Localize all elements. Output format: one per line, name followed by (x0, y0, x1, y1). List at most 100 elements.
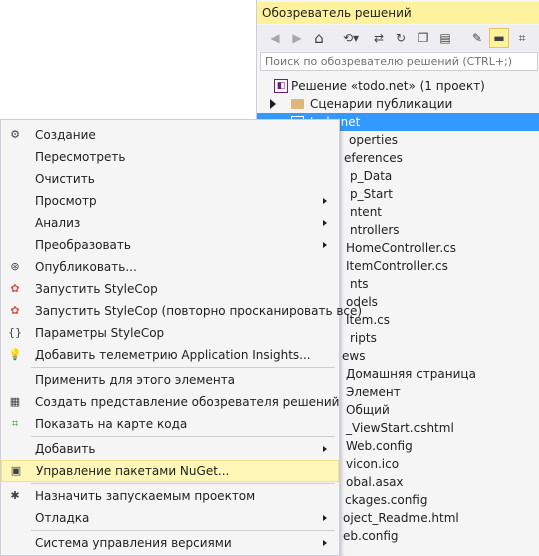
menu-item-label: Параметры StyleCop (35, 326, 165, 340)
menu-item-label: Просмотр (35, 194, 97, 208)
stylecop-rescan-icon: ✿ (10, 304, 20, 317)
preview-pin-icon[interactable]: ▬ (489, 28, 509, 48)
solution-icon: ◧ (274, 79, 288, 93)
menu-item-scope-to-this[interactable]: Применить для этого элемента (1, 369, 339, 391)
tree-item-label: p_Data (350, 169, 393, 183)
tree-item-publish-profiles[interactable]: Сценарии публикации (257, 95, 539, 113)
menu-separator (31, 483, 335, 484)
menu-item-label: Очистить (35, 172, 95, 186)
forward-icon[interactable]: ▶ (287, 28, 307, 48)
menu-item-build[interactable]: ⚙ Создание (1, 124, 339, 146)
tree-item-label: operties (349, 133, 398, 147)
menu-item-label: Назначить запускаемым проектом (35, 489, 256, 503)
menu-item-label: Запустить StyleCop (повторно просканиров… (35, 304, 363, 318)
tree-item-label: oject_Readme.html (343, 511, 459, 525)
menu-item-label: Анализ (35, 216, 81, 230)
menu-item-manage-nuget-packages[interactable]: ▣ Управление пакетами NuGet... (1, 460, 339, 482)
menu-item-convert[interactable]: Преобразовать (1, 234, 339, 256)
refresh-icon[interactable]: ↻ (391, 28, 411, 48)
expand-arrow-icon[interactable] (270, 99, 276, 109)
stylecop-icon: ✿ (10, 282, 20, 295)
menu-item-add[interactable]: Добавить (1, 438, 339, 460)
tree-item-label: _ViewStart.cshtml (346, 421, 454, 435)
settings-braces-icon: {} (8, 326, 22, 339)
menu-item-analyze[interactable]: Анализ (1, 212, 339, 234)
build-icon: ⚙ (10, 128, 20, 141)
menu-item-label: Преобразовать (35, 238, 131, 252)
menu-item-source-control[interactable]: Система управления версиями (1, 532, 339, 554)
properties-wrench-icon[interactable]: ✎ (467, 28, 487, 48)
tree-item-label: ntent (350, 205, 383, 219)
menu-item-label: Опубликовать... (35, 260, 137, 274)
tree-item-label: eb.config (343, 529, 399, 543)
menu-item-view[interactable]: Просмотр (1, 190, 339, 212)
tree-item-label: nts (350, 277, 369, 291)
sync-icon[interactable]: ⇄ (369, 28, 389, 48)
tree-item-solution[interactable]: ◧ Решение «todo.net» (1 проект) (257, 77, 539, 95)
menu-item-run-stylecop-rescan[interactable]: ✿ Запустить StyleCop (повторно просканир… (1, 300, 362, 322)
tree-item-label: obal.asax (346, 475, 404, 489)
menu-item-label: Запустить StyleCop (35, 282, 158, 296)
menu-separator (31, 530, 335, 531)
menu-item-label: Создание (35, 128, 96, 142)
submenu-arrow-icon (323, 446, 327, 452)
tree-item-label: Общий (346, 403, 390, 417)
submenu-arrow-icon (323, 220, 327, 226)
submenu-arrow-icon (323, 540, 327, 546)
view-class-diagram-icon[interactable]: ⌗ (512, 28, 532, 48)
tree-item-label: HomeController.cs (346, 241, 457, 255)
submenu-arrow-icon (323, 198, 327, 204)
code-map-icon: ⌗ (11, 417, 19, 430)
menu-item-label: Система управления версиями (35, 536, 232, 550)
menu-item-label: Добавить телеметрию Application Insights… (35, 348, 311, 362)
menu-item-rebuild[interactable]: Пересмотреть (1, 146, 339, 168)
menu-item-debug[interactable]: Отладка (1, 507, 339, 529)
back-icon[interactable]: ◀ (265, 28, 285, 48)
history-icon[interactable]: ⟲▾ (337, 28, 365, 48)
menu-item-new-solution-explorer-view[interactable]: ▦ Создать представление обозревателя реш… (1, 391, 340, 413)
menu-item-label: Создать представление обозревателя решен… (35, 395, 340, 409)
menu-item-label: Отладка (35, 511, 90, 525)
menu-item-set-as-startup-project[interactable]: ✱ Назначить запускаемым проектом (1, 485, 339, 507)
collapse-all-icon[interactable]: ❐ (413, 28, 433, 48)
tree-item-label: ckages.config (345, 493, 428, 507)
tree-item-label: vicon.ico (346, 457, 400, 471)
menu-item-add-telemetry[interactable]: 💡 Добавить телеметрию Application Insigh… (1, 344, 339, 366)
tree-item-label: p_Start (350, 187, 393, 201)
solution-explorer-toolbar: ◀ ▶ ⌂ ⟲▾ ⇄ ↻ ❐ ▤ ✎ ▬ ⌗ (257, 25, 539, 51)
tree-item-label: ews (342, 349, 366, 363)
menu-item-label: Управление пакетами NuGet... (36, 464, 230, 478)
show-all-files-icon[interactable]: ▤ (435, 28, 455, 48)
tree-item-label: ripts (350, 331, 377, 345)
menu-separator (31, 367, 335, 368)
new-view-icon: ▦ (9, 395, 21, 408)
tree-item-label: ntrollers (350, 223, 400, 237)
tree-item-label: Web.config (346, 439, 413, 453)
solution-explorer-search-input[interactable]: Поиск по обозревателю решений (CTRL+;) (260, 52, 538, 71)
tree-item-label: ItemController.cs (346, 259, 448, 273)
menu-separator (31, 436, 335, 437)
solution-explorer-title[interactable]: Обозреватель решений (257, 2, 539, 24)
tree-item-label: eferences (344, 151, 403, 165)
tree-item-label: Решение «todo.net» (1 проект) (291, 79, 485, 93)
folder-icon (291, 99, 304, 109)
nuget-icon: ▣ (10, 464, 22, 477)
menu-item-label: Добавить (35, 442, 96, 456)
submenu-arrow-icon (323, 242, 327, 248)
gear-icon: ✱ (10, 489, 20, 502)
menu-item-label: Пересмотреть (35, 150, 126, 164)
menu-item-show-on-code-map[interactable]: ⌗ Показать на карте кода (1, 413, 339, 435)
tree-item-label: Сценарии публикации (310, 97, 453, 111)
tree-item-label: Домашняя страница (346, 367, 476, 381)
menu-item-label: Применить для этого элемента (35, 373, 236, 387)
tree-item-label: Элемент (346, 385, 401, 399)
menu-item-label: Показать на карте кода (35, 417, 188, 431)
menu-item-stylecop-settings[interactable]: {} Параметры StyleCop (1, 322, 339, 344)
context-menu: ⚙ Создание Пересмотреть Очистить Просмот… (0, 119, 362, 556)
menu-item-publish[interactable]: ⊛ Опубликовать... (1, 256, 339, 278)
home-icon[interactable]: ⌂ (309, 28, 329, 48)
lightbulb-add-icon: 💡 (8, 348, 22, 361)
submenu-arrow-icon (323, 515, 327, 521)
menu-item-clean[interactable]: Очистить (1, 168, 339, 190)
menu-item-run-stylecop[interactable]: ✿ Запустить StyleCop (1, 278, 339, 300)
